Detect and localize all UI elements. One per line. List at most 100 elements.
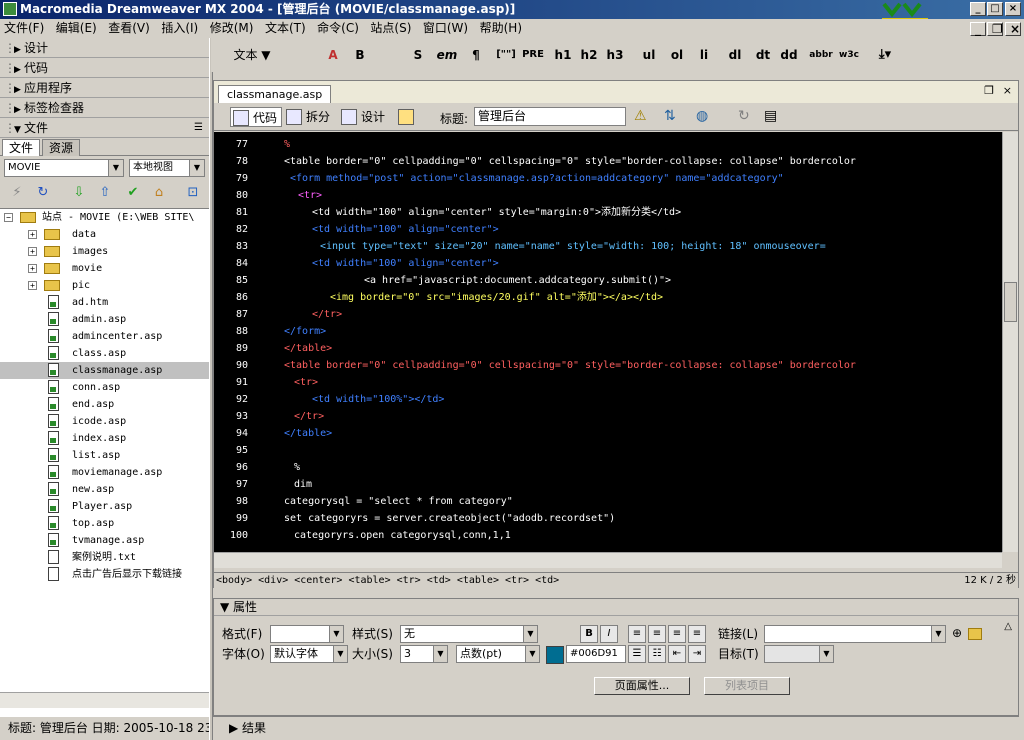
insert-ol-button[interactable]: ol (667, 46, 687, 64)
tree-file[interactable]: admincenter.asp (0, 328, 209, 345)
expand-toggle-icon[interactable]: + (28, 247, 37, 256)
menu-file[interactable]: 文件(F) (0, 19, 48, 38)
menu-view[interactable]: 查看(V) (104, 19, 154, 38)
validate-icon[interactable]: ⚠ (634, 108, 647, 124)
tree-root[interactable]: − 站点 - MOVIE (E:\WEB SITE\ (0, 209, 209, 226)
italic-button[interactable]: I (600, 625, 618, 643)
tree-file[interactable]: 点击广告后显示下载链接 (0, 566, 209, 583)
font-tag-icon[interactable]: A (323, 46, 343, 64)
connect-icon[interactable]: ⚡ (8, 184, 26, 202)
tab-files[interactable]: 文件 (2, 139, 41, 156)
code-line[interactable]: categoryrs.open categorysql,conn,1,1 (294, 527, 511, 544)
format-select[interactable]: ▼ (270, 625, 344, 643)
checkout-icon[interactable]: ✔ (124, 184, 142, 202)
design-view-button[interactable]: 设计 (339, 107, 385, 127)
outdent-icon[interactable]: ⇤ (668, 645, 686, 663)
doc-close-button[interactable]: × (1005, 22, 1021, 36)
justify-icon[interactable]: ≡ (688, 625, 706, 643)
code-line[interactable]: <tr> (298, 187, 322, 204)
align-left-icon[interactable]: ≡ (628, 625, 646, 643)
tree-file[interactable]: new.asp (0, 481, 209, 498)
bold-button[interactable]: B (580, 625, 598, 643)
menu-commands[interactable]: 命令(C) (313, 19, 363, 38)
tree-file[interactable]: tvmanage.asp (0, 532, 209, 549)
insert-dd-button[interactable]: dd (779, 46, 799, 64)
view-select[interactable]: 本地视图 ▼ (129, 159, 205, 177)
code-line[interactable]: <table border="0" cellpadding="0" cellsp… (284, 153, 856, 170)
page-title-input[interactable]: 管理后台 (474, 107, 626, 126)
scroll-thumb[interactable] (1004, 282, 1017, 322)
tree-file[interactable]: ad.htm (0, 294, 209, 311)
unit-select[interactable]: 点数(pt) ▼ (456, 645, 540, 663)
point-to-file-icon[interactable]: ⊕ (952, 626, 962, 640)
panel-code-header[interactable]: ⋮▶ 代码 (0, 58, 209, 78)
code-line[interactable]: <td width="100" align="center"> (312, 255, 499, 272)
insert-dt-button[interactable]: dt (753, 46, 773, 64)
page-properties-button[interactable]: 页面属性... (594, 677, 690, 695)
list-item-button[interactable]: 列表项目 (704, 677, 790, 695)
minimize-button[interactable]: _ (970, 2, 986, 16)
tree-folder[interactable]: + pic (0, 277, 209, 294)
code-vertical-scrollbar[interactable] (1002, 132, 1018, 552)
font-select[interactable]: 默认字体 ▼ (270, 645, 348, 663)
tree-file[interactable]: class.asp (0, 345, 209, 362)
insert-h1-button[interactable]: h1 (553, 46, 573, 64)
menu-window[interactable]: 窗口(W) (419, 19, 472, 38)
refresh-view-icon[interactable]: ↻ (738, 108, 750, 124)
code-line[interactable]: </tr> (294, 408, 324, 425)
close-button[interactable]: × (1005, 2, 1021, 16)
code-line[interactable]: <form method="post" action="classmanage.… (290, 170, 784, 187)
doc-minimize-button[interactable]: _ (970, 22, 986, 36)
code-line[interactable]: </tr> (312, 306, 342, 323)
insert-category-select[interactable]: 文本 ▼ (227, 46, 277, 64)
restore-icon[interactable]: ❐ (984, 84, 994, 97)
code-editor[interactable]: 77 78 79 80 81 82 83 84 85 86 87 88 89 90 91 92 93 94 95 96… (214, 132, 1002, 552)
code-line[interactable]: </table> (284, 425, 332, 442)
code-line[interactable]: <tr> (294, 374, 318, 391)
code-line[interactable]: <td width="100" align="center"> (312, 221, 499, 238)
view-options-icon[interactable]: ▤ (764, 108, 777, 124)
code-line[interactable]: </table> (284, 340, 332, 357)
code-line[interactable]: set categoryrs = server.createobject("ad… (284, 510, 615, 527)
tab-assets[interactable]: 资源 (42, 139, 81, 156)
tree-file[interactable]: conn.asp (0, 379, 209, 396)
download-icon[interactable]: ⤓▾ (871, 46, 899, 64)
code-line[interactable]: <img border="0" src="images/20.gif" alt=… (330, 289, 663, 306)
tree-file[interactable]: classmanage.asp (0, 362, 209, 379)
insert-em-button[interactable]: em (435, 46, 459, 64)
insert-abbr-button[interactable]: abbr (809, 46, 833, 64)
tree-file[interactable]: admin.asp (0, 311, 209, 328)
menu-edit[interactable]: 编辑(E) (52, 19, 101, 38)
target-select[interactable]: ▼ (764, 645, 834, 663)
tree-folder[interactable]: + movie (0, 260, 209, 277)
expand-toggle-icon[interactable]: + (28, 281, 37, 290)
unordered-list-icon[interactable]: ☰ (628, 645, 646, 663)
checkin-icon[interactable]: ⌂ (150, 184, 168, 202)
panel-files-header[interactable]: ⋮▼ 文件 ☰ (0, 118, 209, 138)
color-input[interactable]: #006D91 (566, 645, 626, 663)
tree-file[interactable]: icode.asp (0, 413, 209, 430)
tree-file[interactable]: 案例说明.txt (0, 549, 209, 566)
link-input[interactable]: ▼ (764, 625, 946, 643)
tag-path[interactable]: <body> <div> <center> <table> <tr> <td> … (216, 575, 559, 586)
menu-site[interactable]: 站点(S) (366, 19, 415, 38)
insert-pre-button[interactable]: PRE (521, 46, 545, 64)
code-line[interactable]: % (284, 136, 290, 153)
code-line[interactable]: % (294, 459, 300, 476)
panel-app-header[interactable]: ⋮▶ 应用程序 (0, 78, 209, 98)
code-view-button[interactable]: 代码 (230, 107, 283, 127)
insert-blockquote-button[interactable]: [""] (493, 46, 519, 64)
ordered-list-icon[interactable]: ☷ (648, 645, 666, 663)
site-select[interactable]: MOVIE ▼ (4, 159, 124, 177)
size-select[interactable]: 3 ▼ (400, 645, 448, 663)
document-tab[interactable]: classmanage.asp (218, 85, 332, 103)
insert-ul-button[interactable]: ul (639, 46, 659, 64)
expand-toggle-icon[interactable]: + (28, 230, 37, 239)
insert-acronym-button[interactable]: w3c (837, 46, 861, 64)
tree-file[interactable]: Player.asp (0, 498, 209, 515)
expand-toggle-icon[interactable]: + (28, 264, 37, 273)
panel-tag-header[interactable]: ⋮▶ 标签检查器 (0, 98, 209, 118)
live-data-icon[interactable] (396, 107, 414, 127)
close-doc-icon[interactable]: × (1003, 84, 1012, 97)
insert-li-button[interactable]: li (695, 46, 713, 64)
